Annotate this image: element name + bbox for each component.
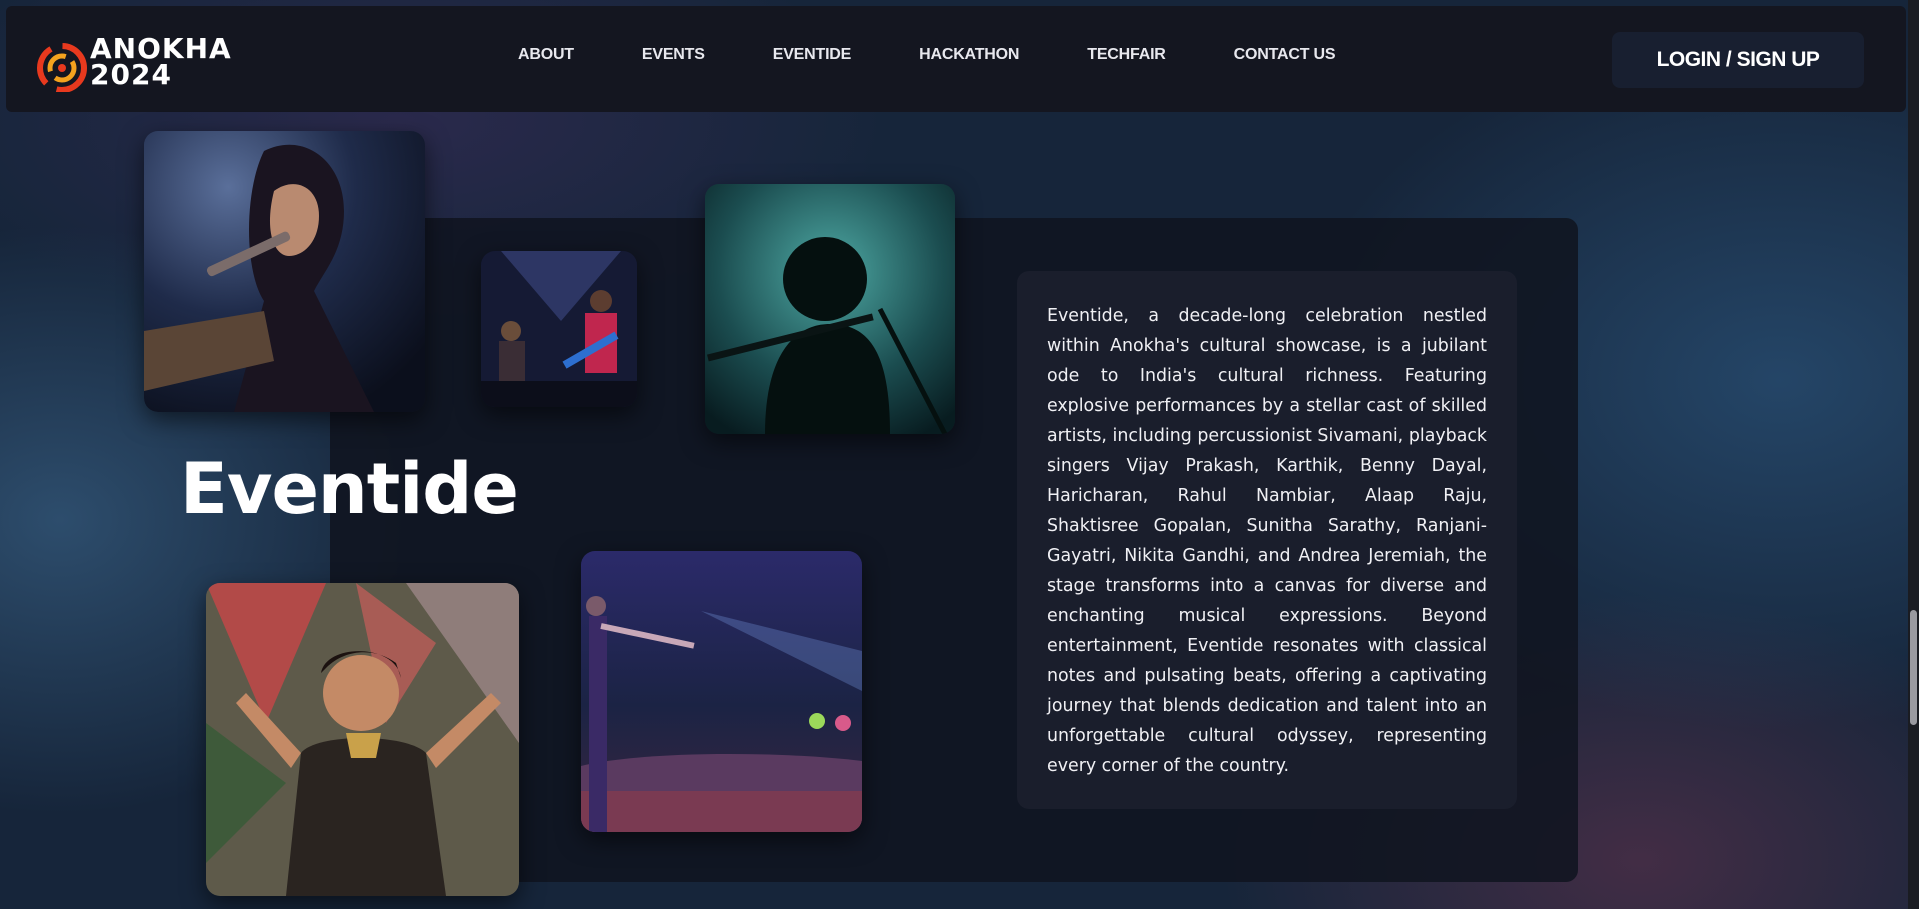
nav-item-contact-us[interactable]: CONTACT US bbox=[1234, 46, 1336, 76]
nav-item-hackathon[interactable]: HACKATHON bbox=[919, 46, 1019, 76]
anokha-logo-mark-icon bbox=[37, 43, 87, 92]
section-title: Eventide bbox=[180, 448, 519, 530]
logo-line-2: 2024 bbox=[90, 58, 172, 91]
band-on-stage-photo bbox=[481, 251, 637, 407]
nav-item-events[interactable]: EVENTS bbox=[642, 46, 705, 76]
classical-dancer-photo bbox=[206, 583, 519, 896]
login-signup-button[interactable]: LOGIN / SIGN UP bbox=[1612, 32, 1864, 88]
crowd-concert-photo bbox=[581, 551, 862, 832]
singer-with-microphone-photo bbox=[144, 131, 425, 412]
page-scrollbar[interactable] bbox=[1908, 0, 1919, 909]
logo-text: ANOKHA 2024 bbox=[90, 35, 232, 91]
nav-item-techfair[interactable]: TECHFAIR bbox=[1087, 46, 1166, 76]
nav-item-about[interactable]: ABOUT bbox=[518, 46, 574, 76]
flute-player-silhouette-photo bbox=[705, 184, 955, 434]
nav-item-eventide[interactable]: EVENTIDE bbox=[773, 46, 852, 76]
nav-links: ABOUT EVENTS EVENTIDE HACKATHON TECHFAIR… bbox=[518, 46, 1403, 76]
scrollbar-thumb[interactable] bbox=[1910, 610, 1917, 725]
anokha-logo[interactable]: ANOKHA 2024 bbox=[30, 30, 232, 96]
navbar: ANOKHA 2024 ABOUT EVENTS EVENTIDE HACKAT… bbox=[6, 6, 1906, 112]
description-card: Eventide, a decade-long celebration nest… bbox=[1017, 271, 1517, 809]
section-description: Eventide, a decade-long celebration nest… bbox=[1047, 306, 1487, 776]
